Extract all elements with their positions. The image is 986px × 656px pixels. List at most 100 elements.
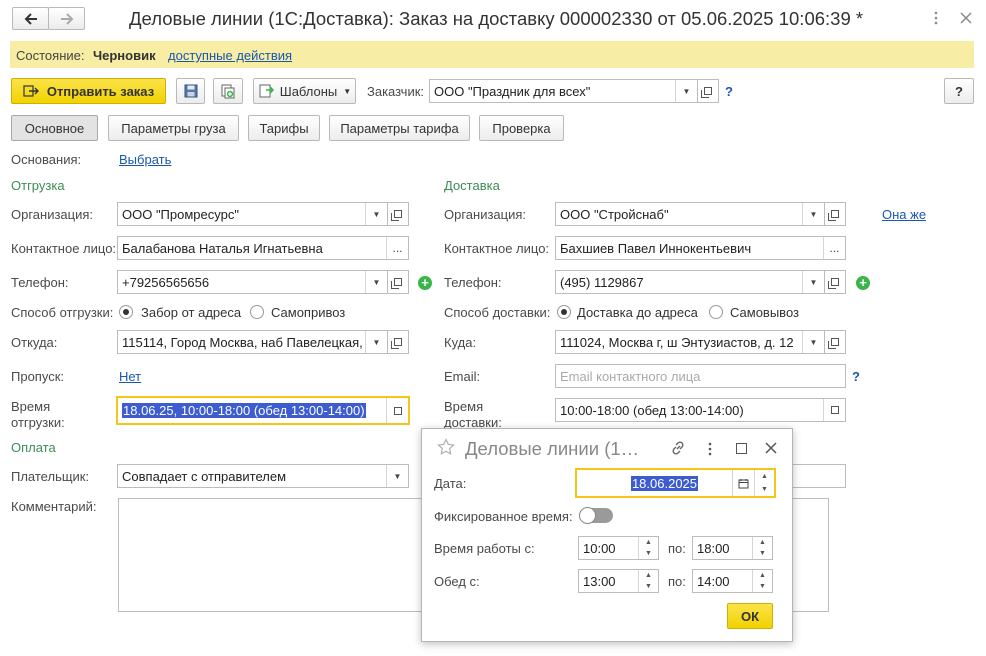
tab-cargo-params[interactable]: Параметры груза xyxy=(108,115,239,141)
state-label: Состояние: xyxy=(16,48,85,63)
delivery-email-input[interactable]: Email контактного лица xyxy=(555,364,846,388)
work-from-value: 10:00 xyxy=(583,540,616,556)
add-phone-icon[interactable]: + xyxy=(856,276,870,290)
help-button-label: ? xyxy=(955,83,963,99)
delivery-to-open-button[interactable] xyxy=(824,330,846,354)
payer-field[interactable]: Совпадает с отправителем ▼ xyxy=(117,464,409,488)
radio-self-delivery-label[interactable]: Самопривоз xyxy=(271,305,345,320)
date-spinner[interactable]: ▲ ▼ xyxy=(754,470,774,496)
send-order-button[interactable]: Отправить заказ xyxy=(11,78,166,104)
back-button[interactable] xyxy=(12,7,49,30)
templates-button[interactable]: Шаблоны ▼ xyxy=(253,78,356,104)
chevron-down-icon[interactable]: ▼ xyxy=(802,271,824,293)
copy-button[interactable] xyxy=(213,78,243,104)
payer-label: Плательщик: xyxy=(11,469,90,484)
chevron-down-icon[interactable]: ▼ xyxy=(675,80,697,102)
delivery-phone-open-button[interactable] xyxy=(824,270,846,294)
open-icon xyxy=(828,278,839,289)
delivery-phone-field[interactable]: (495) 1129867 ▼ xyxy=(555,270,825,294)
add-phone-icon[interactable]: + xyxy=(418,276,432,290)
work-to-spinner[interactable]: ▲ ▼ xyxy=(752,537,772,559)
available-actions-link[interactable]: доступные действия xyxy=(168,48,292,63)
chevron-down-icon[interactable]: ▼ xyxy=(365,271,387,293)
chevron-down-icon[interactable]: ▼ xyxy=(386,465,408,487)
open-icon xyxy=(828,210,839,221)
calendar-icon[interactable] xyxy=(732,470,754,496)
work-from-field[interactable]: 10:00 ▲ ▼ xyxy=(578,536,659,560)
lunch-to-label: по: xyxy=(668,574,686,589)
delivery-time-value: 10:00-18:00 (обед 13:00-14:00) xyxy=(560,402,744,418)
email-help-mark[interactable]: ? xyxy=(852,369,860,384)
shipment-from-field[interactable]: 115114, Город Москва, наб Павелецкая, ▼ xyxy=(117,330,388,354)
template-icon xyxy=(259,84,274,97)
chevron-down-icon[interactable]: ▼ xyxy=(365,331,387,353)
lunch-to-spinner[interactable]: ▲ ▼ xyxy=(752,570,772,592)
work-from-spinner[interactable]: ▲ ▼ xyxy=(638,537,658,559)
shipment-contact-field[interactable]: Балабанова Наталья Игнатьевна ... xyxy=(117,236,409,260)
copy-document-icon xyxy=(221,84,235,98)
shipment-org-open-button[interactable] xyxy=(387,202,409,226)
delivery-contact-field[interactable]: Бахшиев Павел Иннокентьевич ... xyxy=(555,236,846,260)
radio-pickup-from-address-label[interactable]: Забор от адреса xyxy=(141,305,241,320)
lunch-from-spinner[interactable]: ▲ ▼ xyxy=(638,570,658,592)
open-icon xyxy=(391,338,402,349)
shipment-phone-field[interactable]: +79256565656 ▼ xyxy=(117,270,388,294)
payer-extra-field[interactable] xyxy=(790,464,846,488)
close-icon[interactable] xyxy=(765,442,777,454)
tab-basic[interactable]: Основное xyxy=(11,115,98,141)
shipment-phone-open-button[interactable] xyxy=(387,270,409,294)
delivery-email-label: Email: xyxy=(444,369,481,384)
customer-field[interactable]: ООО "Праздник для всех" ▼ xyxy=(429,79,698,103)
help-mark[interactable]: ? xyxy=(725,84,733,99)
lunch-to-field[interactable]: 14:00 ▲ ▼ xyxy=(692,569,773,593)
basis-select-link[interactable]: Выбрать xyxy=(119,152,171,167)
ellipsis-icon[interactable]: ... xyxy=(386,237,408,259)
open-button[interactable] xyxy=(386,398,408,423)
radio-pickup-from-address[interactable] xyxy=(119,305,133,319)
popup-date-field[interactable]: 18.06.2025 ▲ ▼ xyxy=(575,468,776,498)
delivery-time-field[interactable]: 10:00-18:00 (обед 13:00-14:00) xyxy=(555,398,846,422)
delivery-org-open-button[interactable] xyxy=(824,202,846,226)
tab-tariffs[interactable]: Тарифы xyxy=(248,115,320,141)
shipment-from-open-button[interactable] xyxy=(387,330,409,354)
work-to-value: 18:00 xyxy=(697,540,730,556)
chevron-down-icon[interactable]: ▼ xyxy=(802,203,824,225)
shipment-from-label: Откуда: xyxy=(11,335,58,350)
shipment-pass-link[interactable]: Нет xyxy=(119,369,141,384)
popup-title: Деловые линии (1… xyxy=(465,438,640,459)
delivery-to-field[interactable]: 111024, Москва г, ш Энтузиастов, д. 12 ▼ xyxy=(555,330,825,354)
radio-self-pickup[interactable] xyxy=(709,305,723,319)
delivery-org-value: ООО "Стройснаб" xyxy=(560,206,669,222)
forward-button[interactable] xyxy=(48,7,85,30)
work-to-field[interactable]: 18:00 ▲ ▼ xyxy=(692,536,773,560)
customer-open-button[interactable] xyxy=(697,79,719,103)
shipment-org-field[interactable]: ООО "Промресурс" ▼ xyxy=(117,202,388,226)
lunch-from-field[interactable]: 13:00 ▲ ▼ xyxy=(578,569,659,593)
chevron-down-icon[interactable]: ▼ xyxy=(365,203,387,225)
shipment-contact-value: Балабанова Наталья Игнатьевна xyxy=(122,240,323,256)
tab-tariff-params[interactable]: Параметры тарифа xyxy=(329,115,470,141)
radio-delivery-to-address-label[interactable]: Доставка до адреса xyxy=(577,305,698,320)
star-icon[interactable] xyxy=(437,438,455,456)
open-button[interactable] xyxy=(823,399,845,421)
help-button[interactable]: ? xyxy=(944,78,974,104)
delivery-org-field[interactable]: ООО "Стройснаб" ▼ xyxy=(555,202,825,226)
maximize-icon[interactable] xyxy=(736,443,747,454)
more-vertical-icon[interactable] xyxy=(932,10,940,26)
ok-button[interactable]: ОК xyxy=(727,603,773,629)
close-icon[interactable] xyxy=(960,12,972,24)
shipment-time-field[interactable]: 18.06.25, 10:00-18:00 (обед 13:00-14:00) xyxy=(116,396,410,425)
radio-self-pickup-label[interactable]: Самовывоз xyxy=(730,305,799,320)
delivery-contact-label: Контактное лицо: xyxy=(444,241,550,256)
shipment-phone-label: Телефон: xyxy=(11,275,69,290)
radio-self-delivery[interactable] xyxy=(250,305,264,319)
link-icon[interactable] xyxy=(670,440,686,456)
radio-delivery-to-address[interactable] xyxy=(557,305,571,319)
save-button[interactable] xyxy=(176,78,205,104)
ellipsis-icon[interactable]: ... xyxy=(823,237,845,259)
tab-check[interactable]: Проверка xyxy=(479,115,564,141)
chevron-down-icon[interactable]: ▼ xyxy=(802,331,824,353)
more-vertical-icon[interactable] xyxy=(706,441,714,457)
same-as-link[interactable]: Она же xyxy=(882,207,926,222)
fixed-time-toggle[interactable] xyxy=(579,507,613,524)
